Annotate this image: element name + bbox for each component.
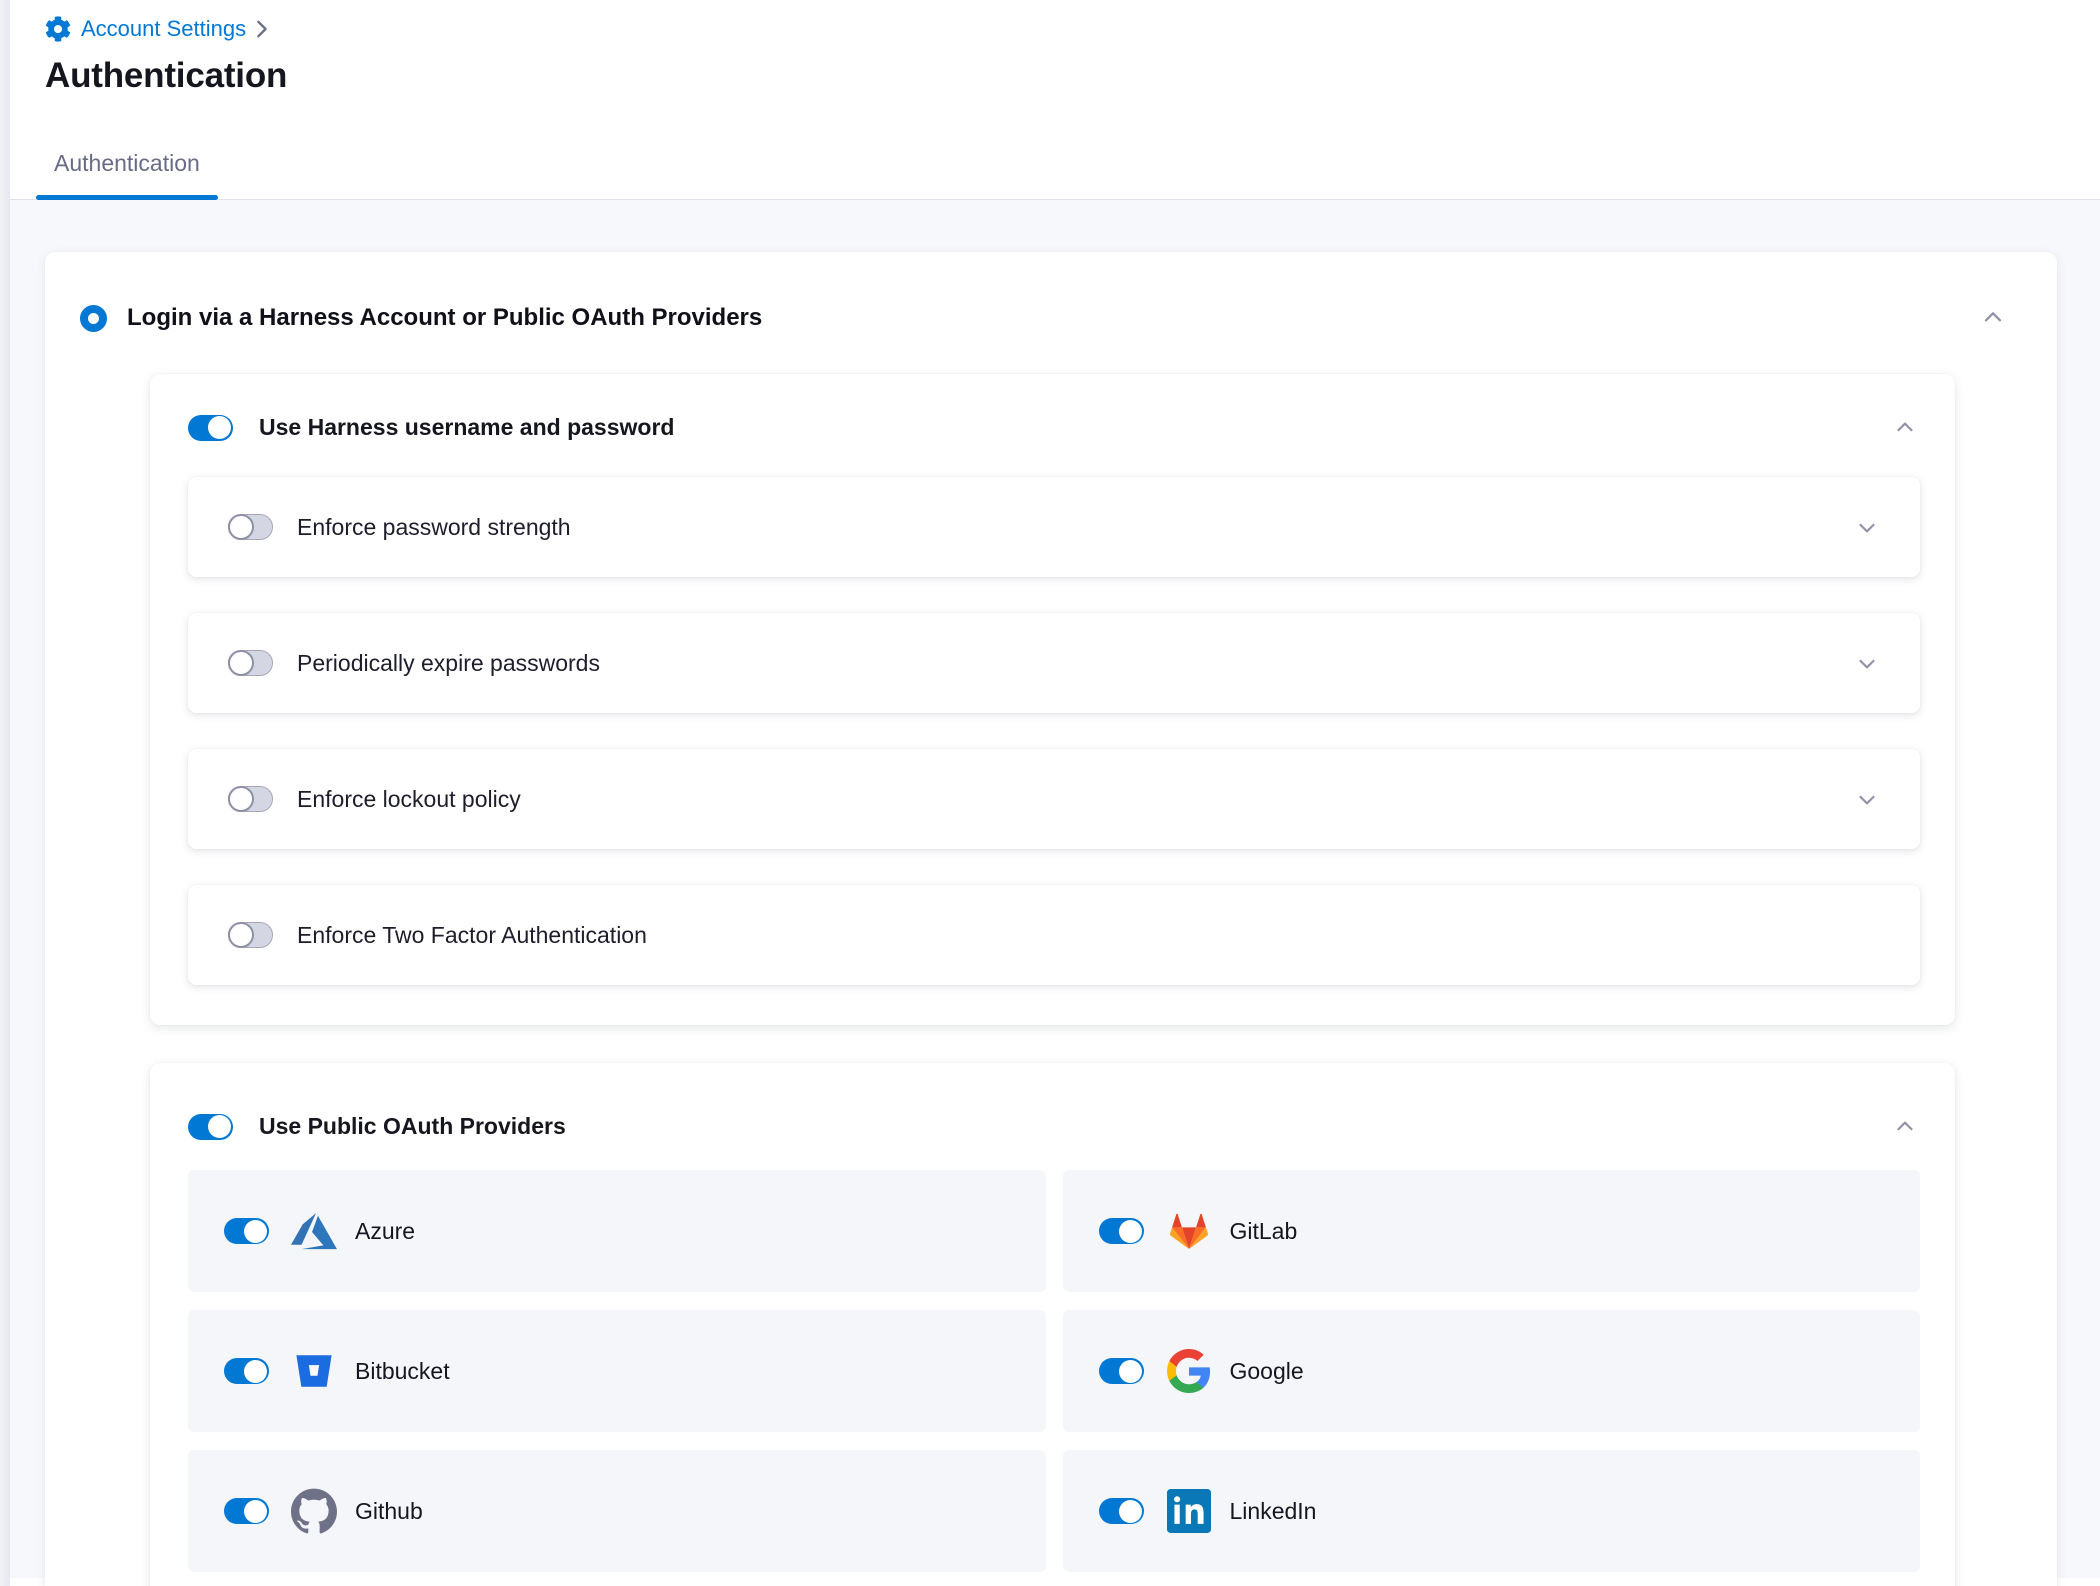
auth-settings-card: Login via a Harness Account or Public OA… xyxy=(45,252,2057,1586)
bitbucket-toggle[interactable] xyxy=(224,1358,269,1384)
provider-tile-github: Github xyxy=(188,1450,1046,1572)
chevron-down-icon xyxy=(1854,514,1880,540)
provider-label: Github xyxy=(355,1498,423,1525)
bitbucket-icon xyxy=(291,1348,337,1394)
harness-username-password-toggle[interactable] xyxy=(188,415,233,441)
google-icon xyxy=(1166,1348,1212,1394)
row-label: Enforce Two Factor Authentication xyxy=(297,922,647,949)
oauth-card-header: Use Public OAuth Providers xyxy=(188,1113,1920,1140)
row-label: Enforce lockout policy xyxy=(297,786,521,813)
harness-card-collapse-button[interactable] xyxy=(1892,415,1918,441)
enforce-lockout-policy-toggle[interactable] xyxy=(228,786,273,812)
chevron-down-icon xyxy=(1854,650,1880,676)
toggle-knob xyxy=(208,416,231,439)
provider-label: Google xyxy=(1230,1358,1304,1385)
chevron-up-icon xyxy=(1892,1114,1918,1140)
provider-tile-linkedin: LinkedIn xyxy=(1063,1450,1921,1572)
provider-label: Azure xyxy=(355,1218,415,1245)
tab-authentication[interactable]: Authentication xyxy=(36,126,218,199)
linkedin-toggle[interactable] xyxy=(1099,1498,1144,1524)
chevron-up-icon xyxy=(1892,415,1918,441)
gitlab-toggle[interactable] xyxy=(1099,1218,1144,1244)
provider-label: Bitbucket xyxy=(355,1358,450,1385)
enforce-password-strength-row: Enforce password strength xyxy=(188,477,1920,577)
section-collapse-button[interactable] xyxy=(1979,304,2007,332)
enforce-two-factor-authentication-row: Enforce Two Factor Authentication xyxy=(188,885,1920,985)
chevron-right-icon xyxy=(256,19,268,39)
toggle-knob xyxy=(244,1360,267,1383)
toggle-knob xyxy=(228,650,254,676)
toggle-knob xyxy=(1119,1360,1142,1383)
row-label: Enforce password strength xyxy=(297,514,571,541)
tab-bar: Authentication xyxy=(0,126,2100,200)
toggle-knob xyxy=(228,786,254,812)
toggle-knob xyxy=(244,1500,267,1523)
oauth-card-title: Use Public OAuth Providers xyxy=(259,1113,566,1140)
breadcrumb-account-settings-link[interactable]: Account Settings xyxy=(45,16,246,42)
enforce-two-factor-authentication-toggle[interactable] xyxy=(228,922,273,948)
harness-card-title: Use Harness username and password xyxy=(259,414,674,441)
provider-tile-bitbucket: Bitbucket xyxy=(188,1310,1046,1432)
login-method-section-header: Login via a Harness Account or Public OA… xyxy=(80,304,2022,332)
github-icon xyxy=(291,1488,337,1534)
provider-label: GitLab xyxy=(1230,1218,1298,1245)
row-label: Periodically expire passwords xyxy=(297,650,600,677)
linkedin-icon xyxy=(1166,1488,1212,1534)
toggle-knob xyxy=(228,922,254,948)
harness-card-header: Use Harness username and password xyxy=(188,414,1920,441)
breadcrumb-label: Account Settings xyxy=(81,16,246,42)
provider-tile-azure: Azure xyxy=(188,1170,1046,1292)
google-toggle[interactable] xyxy=(1099,1358,1144,1384)
toggle-knob xyxy=(1119,1500,1142,1523)
periodically-expire-passwords-toggle[interactable] xyxy=(228,650,273,676)
breadcrumb: Account Settings xyxy=(45,14,2100,44)
oauth-card-collapse-button[interactable] xyxy=(1892,1114,1918,1140)
section-title: Login via a Harness Account or Public OA… xyxy=(127,304,762,332)
expand-row-button[interactable] xyxy=(1854,786,1880,812)
provider-tile-google: Google xyxy=(1063,1310,1921,1432)
login-method-radio[interactable] xyxy=(80,305,107,332)
page-content: Login via a Harness Account or Public OA… xyxy=(0,200,2100,1578)
periodically-expire-passwords-row: Periodically expire passwords xyxy=(188,613,1920,713)
oauth-provider-grid: Azure GitLab Bitbucket xyxy=(188,1170,1920,1572)
gear-icon xyxy=(45,16,71,42)
azure-icon xyxy=(291,1208,337,1254)
chevron-up-icon xyxy=(1979,304,2007,332)
public-oauth-providers-toggle[interactable] xyxy=(188,1114,233,1140)
azure-toggle[interactable] xyxy=(224,1218,269,1244)
public-oauth-providers-card: Use Public OAuth Providers Azure xyxy=(150,1063,1955,1586)
enforce-password-strength-toggle[interactable] xyxy=(228,514,273,540)
github-toggle[interactable] xyxy=(224,1498,269,1524)
toggle-knob xyxy=(1119,1220,1142,1243)
provider-label: LinkedIn xyxy=(1230,1498,1317,1525)
expand-row-button[interactable] xyxy=(1854,514,1880,540)
page-header: Account Settings Authentication xyxy=(0,0,2100,96)
toggle-knob xyxy=(208,1115,231,1138)
toggle-knob xyxy=(228,514,254,540)
harness-username-password-card: Use Harness username and password Enforc… xyxy=(150,374,1955,1025)
expand-row-button[interactable] xyxy=(1854,650,1880,676)
page-title: Authentication xyxy=(45,56,2100,96)
chevron-down-icon xyxy=(1854,786,1880,812)
provider-tile-gitlab: GitLab xyxy=(1063,1170,1921,1292)
enforce-lockout-policy-row: Enforce lockout policy xyxy=(188,749,1920,849)
gitlab-icon xyxy=(1166,1208,1212,1254)
toggle-knob xyxy=(244,1220,267,1243)
collapsed-nav-edge xyxy=(0,0,10,1586)
